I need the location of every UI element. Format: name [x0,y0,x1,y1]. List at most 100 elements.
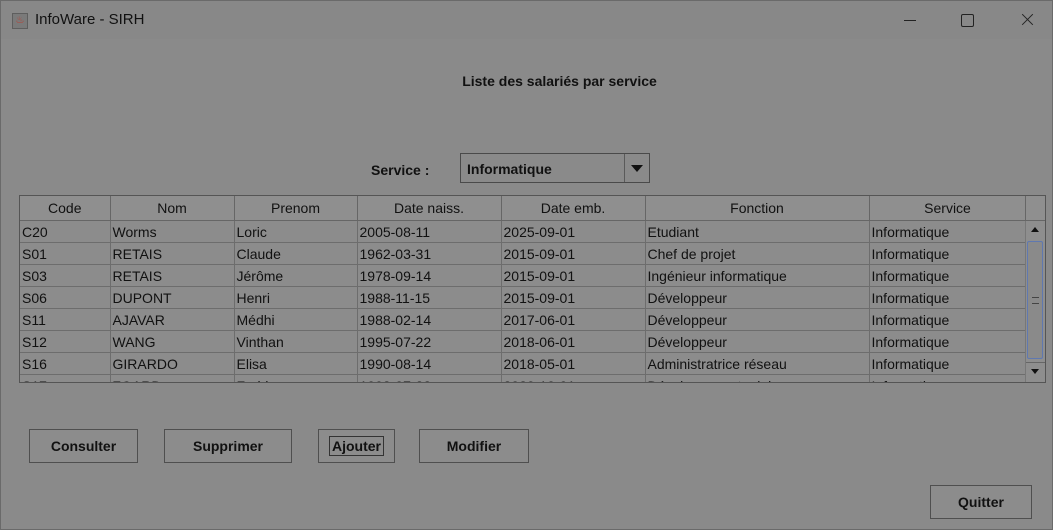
cell-fonction[interactable]: Développeur [645,330,870,353]
minimize-icon[interactable] [887,5,933,35]
cell-prenom[interactable]: Farid [234,374,358,382]
service-label: Service : [371,162,430,178]
cell-nom[interactable]: GIRARDO [110,352,235,375]
cell-code[interactable]: C20 [20,220,111,243]
cell-nom[interactable]: AJAVAR [110,308,235,331]
scrollbar-thumb[interactable] [1027,241,1043,359]
cell-code[interactable]: S17 [20,374,111,382]
table-row[interactable]: C20 Worms Loric 2005-08-11 2025-09-01 Et… [20,220,1027,243]
cell-nom[interactable]: WANG [110,330,235,353]
page-title: Liste des salariés par service [462,73,657,89]
cell-code[interactable]: S16 [20,352,111,375]
table-header-corner [1025,196,1045,221]
cell-service[interactable]: Informatique [869,374,1027,382]
cell-service[interactable]: Informatique [869,264,1027,287]
cell-nom[interactable]: Worms [110,220,235,243]
column-header-fonction[interactable]: Fonction [645,196,870,221]
column-header-date-naiss[interactable]: Date naiss. [357,196,502,221]
cell-code[interactable]: S11 [20,308,111,331]
cell-date-emb[interactable]: 2015-09-01 [501,264,646,287]
column-header-date-emb[interactable]: Date emb. [501,196,646,221]
cell-service[interactable]: Informatique [869,308,1027,331]
supprimer-button[interactable]: Supprimer [164,429,292,463]
cell-fonction[interactable]: Chef de projet [645,242,870,265]
table-row[interactable]: S06 DUPONT Henri 1988-11-15 2015-09-01 D… [20,286,1027,309]
ajouter-button-label: Ajouter [329,436,384,456]
scroll-down-icon[interactable] [1026,362,1045,382]
maximize-icon[interactable] [944,5,990,35]
table-row[interactable]: S11 AJAVAR Médhi 1988-02-14 2017-06-01 D… [20,308,1027,331]
table-row[interactable]: S12 WANG Vinthan 1995-07-22 2018-06-01 D… [20,330,1027,353]
cell-code[interactable]: S06 [20,286,111,309]
quitter-button[interactable]: Quitter [930,485,1032,519]
cell-date-emb[interactable]: 2015-09-01 [501,286,646,309]
modifier-button[interactable]: Modifier [419,429,529,463]
cell-fonction[interactable]: Etudiant [645,220,870,243]
chevron-down-icon[interactable] [624,154,649,182]
table-row[interactable]: S17 ZOARD Farid 1998-07-23 2020-10-01 Dé… [20,374,1027,382]
cell-date-naiss[interactable]: 1978-09-14 [357,264,502,287]
scroll-up-icon[interactable] [1026,221,1045,241]
supprimer-button-label: Supprimer [192,438,263,454]
table-row[interactable]: S16 GIRARDO Elisa 1990-08-14 2018-05-01 … [20,352,1027,375]
cell-prenom[interactable]: Médhi [234,308,358,331]
cell-date-naiss[interactable]: 1988-02-14 [357,308,502,331]
cell-date-emb[interactable]: 2018-06-01 [501,330,646,353]
cell-code[interactable]: S01 [20,242,111,265]
cell-nom[interactable]: RETAIS [110,264,235,287]
cell-fonction[interactable]: Développeur [645,308,870,331]
modifier-button-label: Modifier [446,438,502,454]
cell-fonction[interactable]: Développeur [645,286,870,309]
cell-service[interactable]: Informatique [869,242,1027,265]
cell-date-naiss[interactable]: 1988-11-15 [357,286,502,309]
cell-prenom[interactable]: Claude [234,242,358,265]
column-header-code[interactable]: Code [20,196,111,221]
cell-date-naiss[interactable]: 2005-08-11 [357,220,502,243]
title-bar[interactable]: ♨ InfoWare - SIRH [1,1,1052,39]
quitter-button-label: Quitter [958,494,1004,510]
cell-date-emb[interactable]: 2025-09-01 [501,220,646,243]
cell-service[interactable]: Informatique [869,286,1027,309]
cell-service[interactable]: Informatique [869,330,1027,353]
column-header-service[interactable]: Service [869,196,1027,221]
java-coffee-cup-icon[interactable]: ♨ [12,13,28,29]
cell-fonction[interactable]: Développeur stagiaire [645,374,870,382]
cell-date-naiss[interactable]: 1962-03-31 [357,242,502,265]
window-title: InfoWare - SIRH [35,11,145,28]
cell-date-naiss[interactable]: 1995-07-22 [357,330,502,353]
column-header-nom[interactable]: Nom [110,196,235,221]
cell-code[interactable]: S03 [20,264,111,287]
cell-prenom[interactable]: Loric [234,220,358,243]
cell-prenom[interactable]: Elisa [234,352,358,375]
cell-nom[interactable]: DUPONT [110,286,235,309]
cell-service[interactable]: Informatique [869,352,1027,375]
table-row[interactable]: S01 RETAIS Claude 1962-03-31 2015-09-01 … [20,242,1027,265]
cell-date-emb[interactable]: 2015-09-01 [501,242,646,265]
vertical-scrollbar[interactable] [1025,221,1045,382]
table-row[interactable]: S03 RETAIS Jérôme 1978-09-14 2015-09-01 … [20,264,1027,287]
cell-date-naiss[interactable]: 1998-07-23 [357,374,502,382]
cell-fonction[interactable]: Ingénieur informatique [645,264,870,287]
close-icon[interactable] [1004,5,1050,35]
consulter-button[interactable]: Consulter [29,429,138,463]
column-header-prenom[interactable]: Prenom [234,196,358,221]
cell-nom[interactable]: ZOARD [110,374,235,382]
cell-service[interactable]: Informatique [869,220,1027,243]
cell-code[interactable]: S12 [20,330,111,353]
service-dropdown[interactable]: Informatique [460,153,650,183]
cell-prenom[interactable]: Jérôme [234,264,358,287]
cell-date-naiss[interactable]: 1990-08-14 [357,352,502,375]
table-header-row: Code Nom Prenom Date naiss. Date emb. Fo… [20,196,1027,221]
employee-table: Code Nom Prenom Date naiss. Date emb. Fo… [19,195,1046,383]
cell-date-emb[interactable]: 2018-05-01 [501,352,646,375]
cell-prenom[interactable]: Henri [234,286,358,309]
app-window: ♨ InfoWare - SIRH Liste des salariés par… [0,0,1053,530]
cell-nom[interactable]: RETAIS [110,242,235,265]
service-dropdown-value: Informatique [467,161,552,177]
ajouter-button[interactable]: Ajouter [318,429,395,463]
cell-date-emb[interactable]: 2017-06-01 [501,308,646,331]
cell-prenom[interactable]: Vinthan [234,330,358,353]
cell-fonction[interactable]: Administratrice réseau [645,352,870,375]
cell-date-emb[interactable]: 2020-10-01 [501,374,646,382]
consulter-button-label: Consulter [50,438,117,454]
